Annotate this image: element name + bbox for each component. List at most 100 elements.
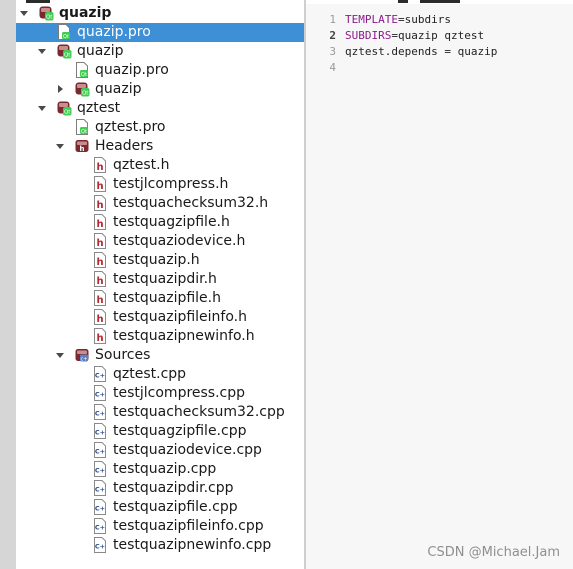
code-line[interactable]: 3 qztest.depends = quazip [306, 44, 573, 60]
code-text: SUBDIRS=quazip qztest [345, 28, 484, 44]
tree-item[interactable]: C+ testquaziodevice.cpp [16, 441, 304, 460]
tree-item[interactable]: h testquazip.h [16, 251, 304, 270]
project-icon: Qt [38, 5, 54, 21]
tree-item[interactable]: C+ testquazip.cpp [16, 460, 304, 479]
tree-item[interactable]: C+ testquachecksum32.cpp [16, 403, 304, 422]
code-editor[interactable]: 1 TEMPLATE=subdirs 2 SUBDIRS=quazip qztest 3… [306, 4, 573, 569]
tree-item[interactable]: h testquazipfileinfo.h [16, 308, 304, 327]
expand-down-arrow-icon[interactable] [19, 8, 29, 18]
line-number: 1 [329, 13, 336, 26]
cpp-file-icon: C+ [92, 480, 108, 496]
svg-text:h: h [96, 257, 103, 268]
cpp-file-icon: C+ [92, 366, 108, 382]
code-text: qztest.depends = quazip [345, 44, 497, 60]
tree-item[interactable]: Qt quazip [16, 42, 304, 61]
project-tree[interactable]: Qt quazip Qt quazip.pro Qt quazip Qt qua… [16, 4, 304, 569]
header-file-icon: h [92, 271, 108, 287]
tree-item-label: quazip [59, 5, 112, 21]
tree-item[interactable]: C+ testquazipnewinfo.cpp [16, 536, 304, 555]
svg-text:h: h [96, 219, 103, 230]
tree-item[interactable]: h testquazipnewinfo.h [16, 327, 304, 346]
header-file-icon: h [92, 290, 108, 306]
tree-item[interactable]: C+ qztest.cpp [16, 365, 304, 384]
cpp-file-icon: C+ [92, 423, 108, 439]
tree-item[interactable]: h testquachecksum32.h [16, 194, 304, 213]
tree-item-label: testquazipnewinfo.h [113, 328, 255, 344]
tree-item[interactable]: Qt quazip [16, 4, 304, 23]
tree-item-label: testquazip.cpp [113, 461, 217, 477]
cpp-file-icon: C+ [92, 499, 108, 515]
svg-text:C+: C+ [95, 410, 105, 418]
tree-item-label: testquazipfileinfo.cpp [113, 518, 264, 534]
tree-item[interactable]: C+ testquazipfileinfo.cpp [16, 517, 304, 536]
expand-down-arrow-icon[interactable] [55, 350, 65, 360]
tree-item-label: testjlcompress.cpp [113, 385, 246, 401]
code-token: =subdirs [397, 13, 451, 26]
project-icon: Qt [56, 43, 72, 59]
svg-text:C+: C+ [95, 505, 105, 513]
tree-item[interactable]: C+ testquazipdir.cpp [16, 479, 304, 498]
svg-text:C+: C+ [95, 543, 105, 551]
svg-text:Qt: Qt [64, 53, 71, 59]
code-line[interactable]: 2 SUBDIRS=quazip qztest [306, 28, 573, 44]
tree-item[interactable]: Qt qztest.pro [16, 118, 304, 137]
tree-item[interactable]: h testquazipfile.h [16, 289, 304, 308]
code-line[interactable]: 4 [306, 60, 573, 76]
tree-item-label: testquachecksum32.cpp [113, 404, 285, 420]
keyword-token: SUBDIRS [345, 29, 392, 42]
svg-text:C+: C+ [95, 467, 105, 475]
svg-text:c+: c+ [81, 356, 88, 362]
tree-item[interactable]: h testquazipdir.h [16, 270, 304, 289]
svg-text:Qt: Qt [64, 110, 71, 116]
code-line[interactable]: 1 TEMPLATE=subdirs [306, 12, 573, 28]
collapsed-right-arrow-icon[interactable] [55, 84, 65, 94]
tree-item[interactable]: h qztest.h [16, 156, 304, 175]
svg-text:C+: C+ [95, 372, 105, 380]
tree-item-label: testquazipnewinfo.cpp [113, 537, 272, 553]
header-file-icon: h [92, 233, 108, 249]
svg-text:C+: C+ [95, 391, 105, 399]
tree-item[interactable]: C+ testquagzipfile.cpp [16, 422, 304, 441]
tree-item-label: qztest.h [113, 157, 170, 173]
tree-item-label: testquazipdir.h [113, 271, 217, 287]
tree-item[interactable]: Qt quazip [16, 80, 304, 99]
expand-down-arrow-icon[interactable] [55, 141, 65, 151]
line-number: 3 [329, 45, 336, 58]
tree-item[interactable]: Qt quazip.pro [16, 61, 304, 80]
watermark: CSDN @Michael.Jam [427, 545, 560, 560]
tree-item-label: qztest [77, 100, 121, 116]
svg-text:h: h [96, 162, 103, 173]
expand-down-arrow-icon[interactable] [37, 103, 47, 113]
cpp-file-icon: C+ [92, 404, 108, 420]
svg-text:Qt: Qt [82, 91, 89, 97]
cpp-file-icon: C+ [92, 385, 108, 401]
keyword-token: TEMPLATE [345, 13, 398, 26]
tree-item-label: qztest.pro [95, 119, 166, 135]
header-file-icon: h [92, 195, 108, 211]
tree-item[interactable]: C+ testjlcompress.cpp [16, 384, 304, 403]
header-file-icon: h [92, 309, 108, 325]
tree-item[interactable]: h Headers [16, 137, 304, 156]
svg-text:h: h [96, 276, 103, 287]
tree-item[interactable]: h testjlcompress.h [16, 175, 304, 194]
tree-item-label: testquaziodevice.h [113, 233, 246, 249]
pro-file-icon: Qt [74, 119, 90, 135]
tree-item[interactable]: C+ testquazipfile.cpp [16, 498, 304, 517]
pro-file-icon: Qt [74, 62, 90, 78]
tree-item[interactable]: Qt quazip.pro [16, 23, 304, 42]
tree-item[interactable]: h testquagzipfile.h [16, 213, 304, 232]
expand-down-arrow-icon[interactable] [37, 46, 47, 56]
svg-text:C+: C+ [95, 448, 105, 456]
tree-item[interactable]: c+ Sources [16, 346, 304, 365]
tree-item[interactable]: h testquaziodevice.h [16, 232, 304, 251]
cut-off-text [420, 0, 460, 3]
svg-text:C+: C+ [95, 486, 105, 494]
cut-off-text [26, 0, 50, 3]
tree-item[interactable]: Qt qztest [16, 99, 304, 118]
project-icon: Qt [56, 100, 72, 116]
cut-off-text [398, 0, 408, 3]
tree-item-label: testquazipdir.cpp [113, 480, 234, 496]
header-file-icon: h [92, 157, 108, 173]
project-icon: Qt [74, 81, 90, 97]
svg-text:h: h [96, 200, 103, 211]
